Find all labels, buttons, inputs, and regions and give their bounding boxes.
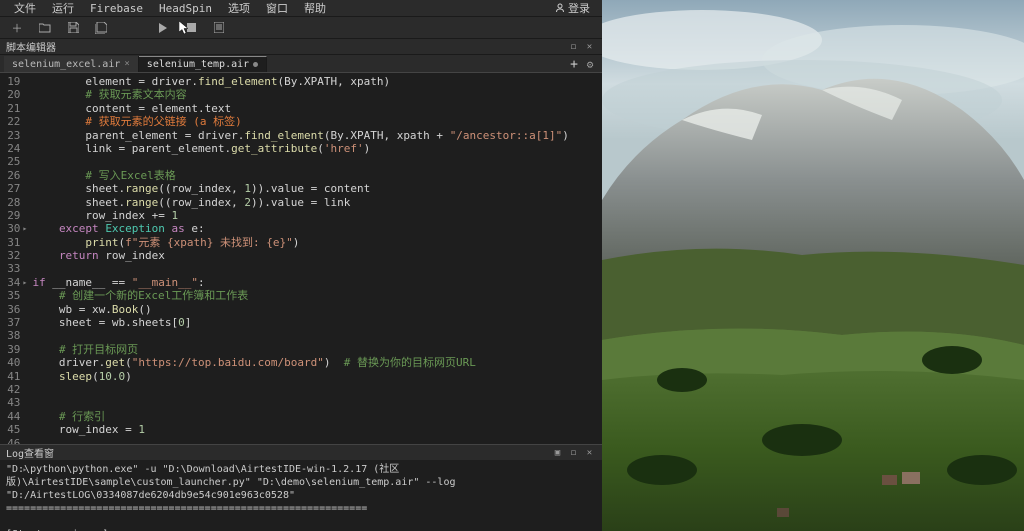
menu-options[interactable]: 选项 (220, 0, 258, 16)
new-file-button[interactable]: ＋ (10, 21, 24, 35)
menu-headspin[interactable]: HeadSpin (151, 2, 220, 15)
menu-firebase[interactable]: Firebase (82, 2, 151, 15)
device-screen[interactable] (602, 0, 1024, 531)
new-tab-button[interactable]: + (566, 56, 582, 72)
user-icon (555, 3, 565, 13)
saveall-button[interactable] (94, 21, 108, 35)
mountain-image (602, 0, 1024, 531)
editor-panel-title: 脚本编辑器 ◻ ✕ (0, 39, 602, 55)
log-panel: Log查看窗 ▣ ◻ ✕ "D:\python\python.exe" -u "… (0, 444, 602, 531)
log-panel-label: Log查看窗 (6, 445, 54, 460)
log-float-button[interactable]: ◻ (567, 446, 580, 459)
unsaved-dot-icon (253, 62, 258, 67)
report-button[interactable] (212, 21, 226, 35)
play-button[interactable] (156, 21, 170, 35)
login-label: 登录 (568, 0, 590, 16)
menubar: 文件 运行 Firebase HeadSpin 选项 窗口 帮助 登录 (0, 0, 602, 17)
login-button[interactable]: 登录 (549, 0, 596, 16)
save-button[interactable] (66, 21, 80, 35)
open-button[interactable] (38, 21, 52, 35)
tabbar: selenium_excel.air × selenium_temp.air +… (0, 55, 602, 73)
tab-selenium-temp[interactable]: selenium_temp.air (139, 56, 267, 72)
tab-label: selenium_temp.air (147, 59, 249, 70)
log-panel-title: Log查看窗 ▣ ◻ ✕ (0, 445, 602, 460)
menu-window[interactable]: 窗口 (258, 0, 296, 16)
menu-help[interactable]: 帮助 (296, 0, 334, 16)
toolbar: ＋ (0, 17, 602, 39)
menu-file[interactable]: 文件 (6, 0, 44, 16)
stop-button[interactable] (184, 21, 198, 35)
gutter: 1920212223242526272829303132333435363738… (0, 73, 26, 444)
tab-selenium-excel[interactable]: selenium_excel.air × (4, 56, 139, 72)
code-editor[interactable]: 1920212223242526272829303132333435363738… (0, 73, 602, 444)
tab-settings-button[interactable]: ⚙ (582, 56, 598, 72)
panel-close-button[interactable]: ✕ (583, 40, 596, 53)
log-clear-button[interactable]: ▣ (551, 446, 564, 459)
panel-float-button[interactable]: ◻ (567, 40, 580, 53)
tab-label: selenium_excel.air (12, 59, 120, 70)
editor-panel-label: 脚本编辑器 (6, 39, 56, 54)
log-close-button[interactable]: ✕ (583, 446, 596, 459)
log-body[interactable]: "D:\python\python.exe" -u "D:\Download\A… (0, 460, 602, 531)
code-area[interactable]: element = driver.find_element(By.XPATH, … (26, 73, 602, 444)
close-icon[interactable]: × (124, 59, 129, 69)
menu-run[interactable]: 运行 (44, 0, 82, 16)
